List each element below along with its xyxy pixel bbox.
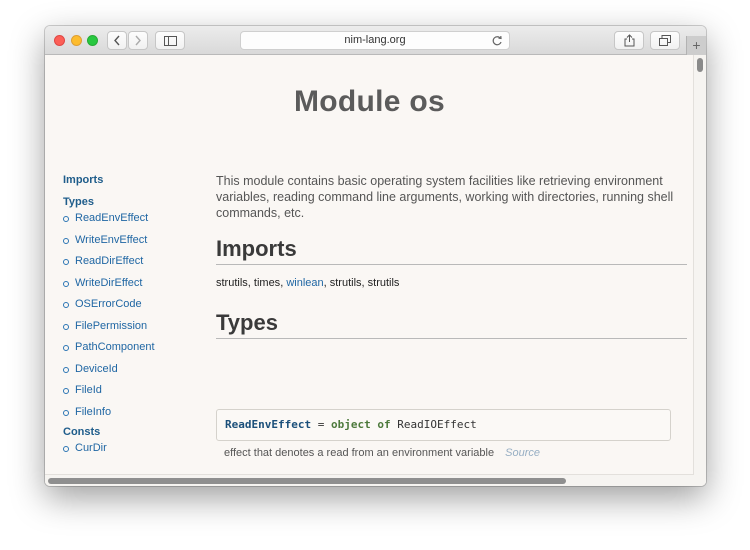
toc-consts-list: CurDir: [63, 440, 213, 462]
import-item: strutils: [367, 277, 400, 289]
code-keyword-object: object: [330, 418, 371, 431]
import-item: times: [253, 277, 281, 289]
toc-type-item[interactable]: WriteEnvEffect: [63, 232, 213, 254]
toc-types-link[interactable]: Types: [63, 196, 213, 208]
tabs-overview-icon: [659, 35, 671, 46]
module-intro: This module contains basic operating sys…: [216, 174, 674, 220]
import-item: strutils: [216, 277, 248, 289]
forward-chevron-icon: [135, 35, 141, 46]
type-description-text: effect that denotes a read from an envir…: [224, 447, 495, 459]
code-base-type: ReadIOEffect: [397, 418, 477, 431]
toc-type-item[interactable]: DeviceId: [63, 361, 213, 383]
back-button[interactable]: [107, 31, 127, 50]
zoom-window-button[interactable]: [87, 35, 98, 46]
tabs-overview-button[interactable]: [650, 31, 680, 50]
code-equals: =: [317, 418, 325, 431]
code-keyword-of: of: [377, 418, 391, 431]
toc-types-list: ReadEnvEffect WriteEnvEffect ReadDirEffe…: [63, 210, 213, 425]
toc-type-item[interactable]: FilePermission: [63, 318, 213, 340]
page-content: Module os Imports Types ReadEnvEffect Wr…: [45, 55, 706, 486]
import-item: strutils: [329, 277, 362, 289]
vertical-scrollbar[interactable]: [693, 55, 706, 486]
horizontal-scroll-thumb[interactable]: [48, 478, 566, 484]
back-chevron-icon: [114, 35, 120, 46]
share-button[interactable]: [614, 31, 644, 50]
type-signature: ReadEnvEffect = object of ReadIOEffect: [216, 409, 671, 441]
url-text: nim-lang.org: [344, 34, 406, 46]
sidebar-toggle-icon: [163, 35, 177, 46]
type-description: effect that denotes a read from an envir…: [224, 447, 540, 459]
title-bar: nim-lang.org +: [45, 26, 706, 55]
toc-const-item[interactable]: CurDir: [63, 440, 213, 462]
main-content: This module contains basic operating sys…: [216, 173, 687, 459]
minimize-window-button[interactable]: [71, 35, 82, 46]
toc-type-item[interactable]: WriteDirEffect: [63, 275, 213, 297]
import-link[interactable]: winlean: [286, 277, 323, 289]
source-link[interactable]: Source: [505, 447, 540, 459]
toc-type-item[interactable]: ReadEnvEffect: [63, 210, 213, 232]
imports-heading: Imports: [216, 236, 687, 265]
toc-type-item[interactable]: FileInfo: [63, 404, 213, 426]
horizontal-scrollbar[interactable]: [45, 474, 694, 486]
toc-sidebar: Imports Types ReadEnvEffect WriteEnvEffe…: [63, 174, 213, 462]
toc-imports-link[interactable]: Imports: [63, 174, 213, 186]
reload-icon[interactable]: [491, 35, 503, 47]
toc-type-item[interactable]: ReadDirEffect: [63, 253, 213, 275]
toc-type-item[interactable]: PathComponent: [63, 339, 213, 361]
close-window-button[interactable]: [54, 35, 65, 46]
toc-consts-link[interactable]: Consts: [63, 426, 213, 438]
share-icon: [624, 34, 634, 47]
page-title: Module os: [293, 85, 446, 118]
sidebar-toggle-button[interactable]: [155, 31, 185, 50]
forward-button[interactable]: [128, 31, 148, 50]
type-name[interactable]: ReadEnvEffect: [225, 418, 311, 431]
vertical-scroll-thumb[interactable]: [697, 58, 703, 72]
address-bar[interactable]: nim-lang.org: [240, 31, 510, 50]
browser-window: nim-lang.org + Module os Imports Types R…: [45, 26, 706, 486]
toc-type-item[interactable]: FileId: [63, 382, 213, 404]
types-heading: Types: [216, 310, 687, 339]
toc-type-item[interactable]: OSErrorCode: [63, 296, 213, 318]
new-tab-button[interactable]: +: [686, 36, 706, 55]
imports-list: strutils, times, winlean, strutils, stru…: [216, 277, 400, 289]
